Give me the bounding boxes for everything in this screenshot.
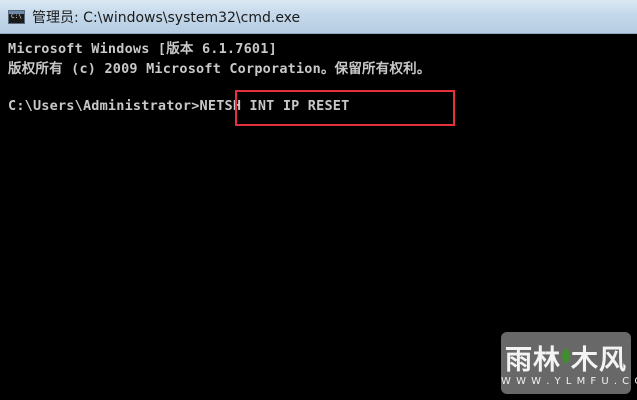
- console-icon[interactable]: C:\: [8, 10, 25, 24]
- console-line-version: Microsoft Windows [版本 6.1.7601]: [8, 41, 277, 57]
- cmd-window: C:\ 管理员: C:\windows\system32\cmd.exe Mic…: [0, 0, 637, 400]
- watermark-logo: 雨林木风 W W W . Y L M F U . C O M: [501, 332, 637, 394]
- title-bar[interactable]: C:\ 管理员: C:\windows\system32\cmd.exe: [0, 0, 637, 34]
- watermark-url: W W W . Y L M F U . C O M: [501, 376, 637, 387]
- leaf-icon: [559, 348, 573, 364]
- window-title: 管理员: C:\windows\system32\cmd.exe: [32, 10, 301, 26]
- command-highlight-box: [235, 90, 455, 126]
- console-line-copyright: 版权所有 (c) 2009 Microsoft Corporation。保留所有…: [8, 61, 431, 77]
- watermark-brand: 雨林 木风: [505, 345, 627, 376]
